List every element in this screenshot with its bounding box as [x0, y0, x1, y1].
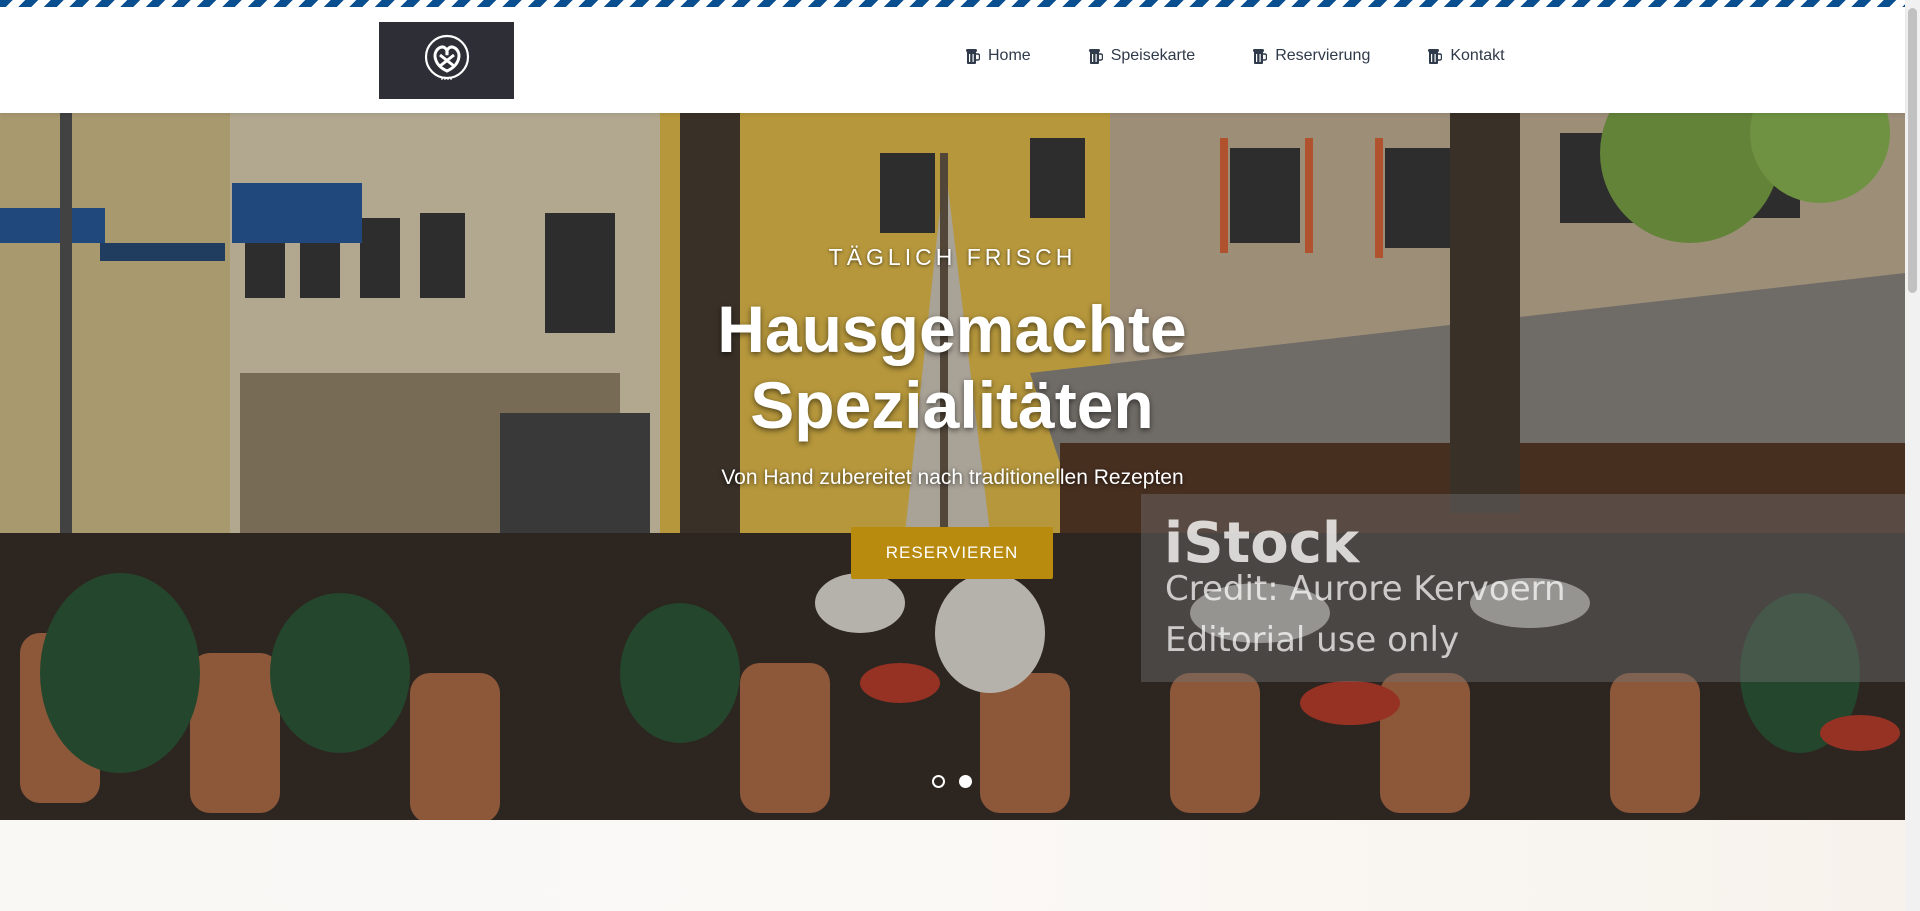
- content-section: [0, 820, 1905, 911]
- hero-slider: iStock Credit: Aurore Kervoern Editorial…: [0, 113, 1905, 820]
- hero-subtitle: Von Hand zubereitet nach traditionellen …: [721, 466, 1184, 489]
- beer-mug-icon: [1088, 48, 1103, 65]
- nav-label: Home: [988, 47, 1031, 64]
- slider-dot-2[interactable]: [959, 775, 972, 788]
- nav-item-kontakt[interactable]: Kontakt: [1427, 47, 1505, 65]
- top-stripe: [0, 0, 1905, 7]
- main-nav: Home Speisekarte Reservierung Kontakt: [965, 47, 1505, 65]
- beer-mug-icon: [1252, 48, 1268, 65]
- nav-item-home[interactable]: Home: [965, 47, 1031, 65]
- nav-label: Kontakt: [1450, 47, 1505, 64]
- header: Home Speisekarte Reservierung Kontakt: [0, 7, 1905, 113]
- nav-label: Speisekarte: [1110, 47, 1196, 64]
- slider-dots: [932, 775, 972, 788]
- hero-kicker: TÄGLICH FRISCH: [828, 244, 1077, 270]
- scrollbar[interactable]: [1905, 0, 1920, 911]
- watermark-usage: Editorial use only: [1165, 620, 1460, 660]
- slider-dot-1[interactable]: [932, 775, 945, 788]
- pretzel-icon: [422, 33, 472, 88]
- nav-item-speisekarte[interactable]: Speisekarte: [1088, 47, 1196, 65]
- watermark-brand: iStock: [1164, 511, 1360, 576]
- nav-label: Reservierung: [1275, 47, 1371, 64]
- page: Home Speisekarte Reservierung Kontakt iS…: [0, 0, 1920, 911]
- reserve-button[interactable]: RESERVIEREN: [851, 527, 1053, 579]
- scrollbar-thumb[interactable]: [1908, 8, 1917, 293]
- watermark-credit: Credit: Aurore Kervoern: [1165, 569, 1566, 609]
- hero-title: Hausgemachte Spezialitäten: [717, 292, 1187, 442]
- beer-mug-icon: [965, 48, 981, 65]
- beer-mug-icon: [1427, 48, 1443, 65]
- logo[interactable]: [379, 22, 514, 99]
- nav-item-reservierung[interactable]: Reservierung: [1252, 47, 1370, 65]
